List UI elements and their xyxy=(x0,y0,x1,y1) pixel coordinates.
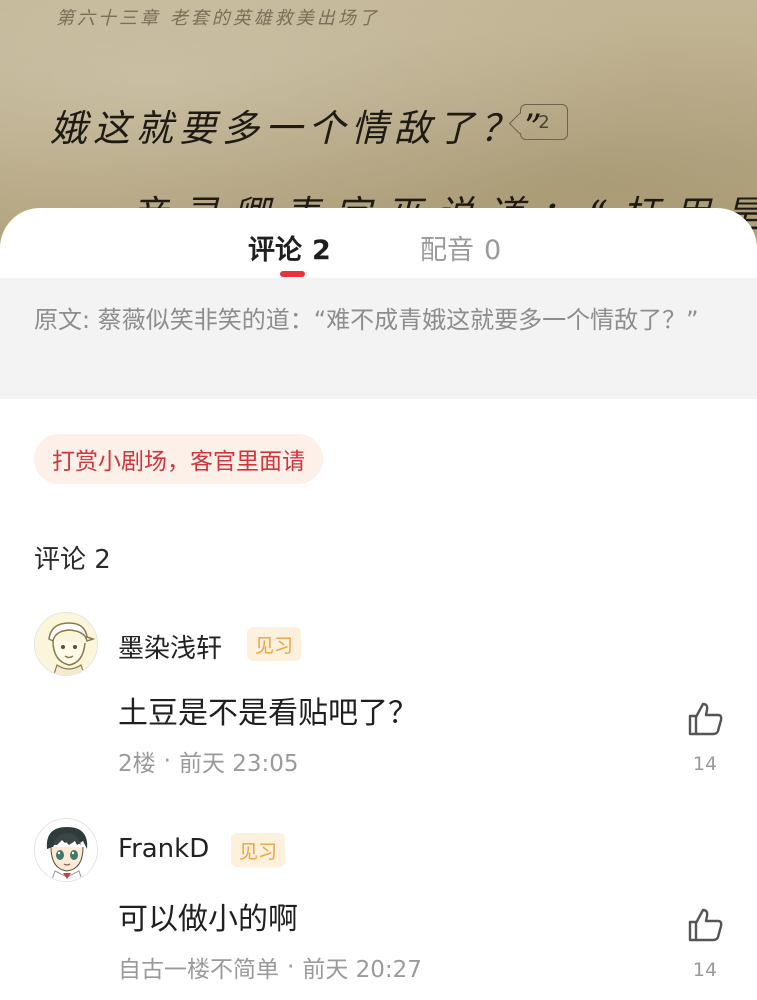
chapter-header: 第六十三章 老套的英雄救美出场了 xyxy=(56,8,380,29)
paragraph-comment-bubble[interactable]: 2 xyxy=(520,104,568,140)
tab-dubbing[interactable]: 配音 0 xyxy=(420,228,501,267)
comment-floor: 2楼 xyxy=(118,751,156,777)
like-count: 14 xyxy=(692,753,718,775)
comment-time: 前天 23:05 xyxy=(178,751,299,777)
active-tab-indicator xyxy=(280,271,305,277)
like-count: 14 xyxy=(692,959,718,981)
comment-item: FrankD 见习 可以做小的啊 自古一楼不简单 · 前天 20:27 14 xyxy=(0,816,757,1000)
like-button[interactable] xyxy=(686,906,724,944)
original-text-quote: 原文: 蔡薇似笑非笑的道：“难不成青娥这就要多一个情敌了？” xyxy=(0,278,757,399)
comment-sheet: 评论 2 配音 0 原文: 蔡薇似笑非笑的道：“难不成青娥这就要多一个情敌了？”… xyxy=(0,208,757,1000)
quote-text: 原文: 蔡薇似笑非笑的道：“难不成青娥这就要多一个情敌了？” xyxy=(34,306,699,334)
comment-username[interactable]: FrankD xyxy=(118,834,209,864)
avatar[interactable] xyxy=(34,818,98,882)
paragraph-comment-count: 2 xyxy=(538,111,550,133)
tab-dubbing-label: 配音 xyxy=(420,235,474,266)
comment-floor: 自古一楼不简单 xyxy=(118,957,279,983)
tab-comments-count: 2 xyxy=(312,235,331,266)
comments-section-title: 评论 2 xyxy=(34,545,111,575)
reward-theater-label: 打赏小剧场，客官里面请 xyxy=(52,449,305,475)
level-badge: 见习 xyxy=(231,833,286,867)
reward-theater-button[interactable]: 打赏小剧场，客官里面请 xyxy=(34,434,323,484)
tab-dubbing-count: 0 xyxy=(484,235,502,266)
reader-text-line: 娥这就要多一个情敌了？” xyxy=(50,107,548,150)
thumbs-up-icon xyxy=(688,702,723,736)
thumbs-up-icon xyxy=(688,908,723,942)
comment-meta: 自古一楼不简单 · 前天 20:27 xyxy=(118,950,422,984)
comment-time: 前天 20:27 xyxy=(302,957,422,983)
tab-comments[interactable]: 评论 2 xyxy=(248,228,331,267)
meta-separator: · xyxy=(287,954,295,980)
meta-separator: · xyxy=(163,748,171,774)
comment-text: 可以做小的啊 xyxy=(118,902,298,937)
sheet-tabs: 评论 2 配音 0 xyxy=(0,208,757,278)
anime-avatar-boy-icon xyxy=(35,819,97,881)
avatar[interactable] xyxy=(34,612,98,676)
comment-item: 墨染浅轩 见习 土豆是不是看贴吧了？ 2楼 · 前天 23:05 14 xyxy=(0,610,757,800)
comment-text: 土豆是不是看贴吧了？ xyxy=(118,696,418,731)
level-badge: 见习 xyxy=(247,627,302,661)
comment-meta: 2楼 · 前天 23:05 xyxy=(118,744,299,778)
like-button[interactable] xyxy=(686,700,724,738)
anime-avatar-capboy-icon xyxy=(35,613,97,675)
comment-username[interactable]: 墨染浅轩 xyxy=(118,628,222,665)
tab-comments-label: 评论 xyxy=(248,235,302,266)
